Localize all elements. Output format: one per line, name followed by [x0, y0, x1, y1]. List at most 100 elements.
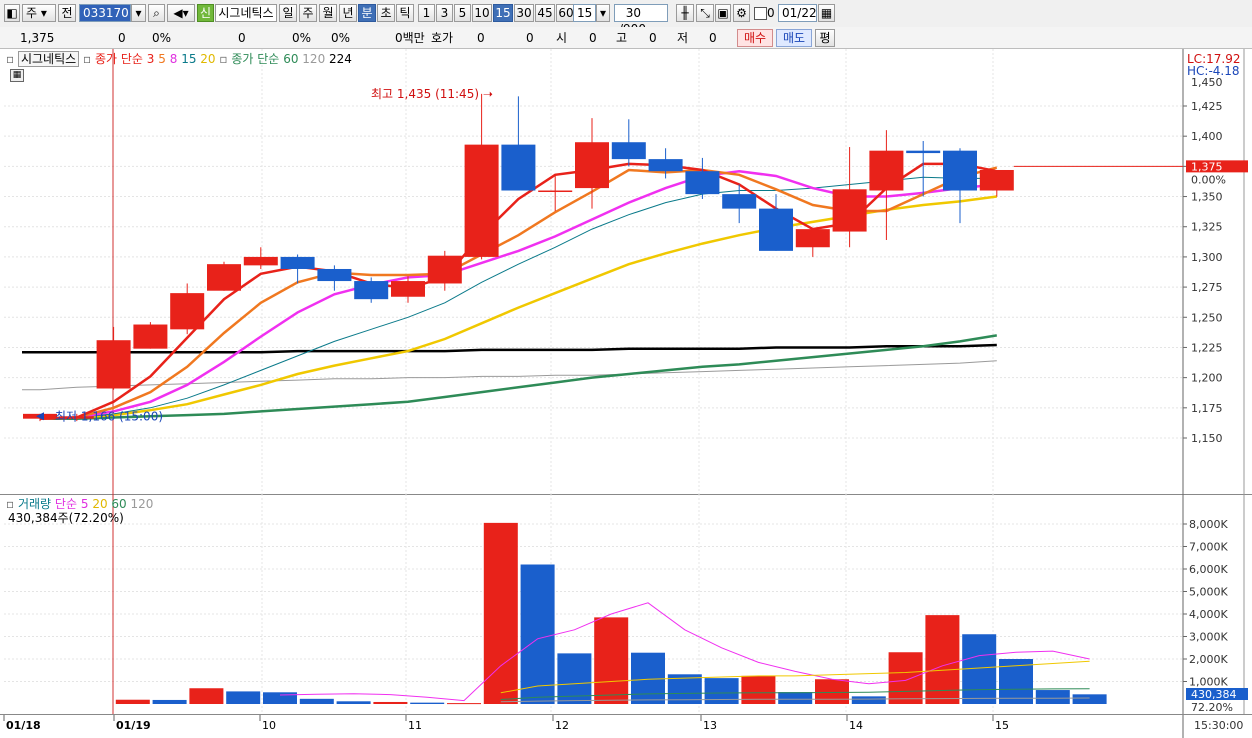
stock-code-input[interactable]: 033170 [79, 4, 131, 22]
price-background [0, 49, 1252, 494]
interval-10[interactable]: 10 [472, 4, 492, 22]
candle-body [317, 268, 352, 282]
period-minute[interactable]: 분 [358, 4, 376, 22]
low-label: 저 [677, 31, 689, 45]
low-annotation: 최저 1,166 (15:00) [55, 409, 163, 423]
volume-current-tag-label: 430,384 [1191, 688, 1237, 701]
period-second[interactable]: 초 [377, 4, 395, 22]
volume-bar [373, 701, 408, 704]
volume-pane[interactable]: 8,000K 7,000K 6,000K 5,000K 4,000K 3,000K 2,00… [0, 494, 1252, 714]
volume-bar [115, 699, 150, 704]
time-tick-label: 11 [408, 719, 422, 732]
sig-badge[interactable]: 신 [197, 4, 214, 22]
time-tick-label: 15 [995, 719, 1009, 732]
grid-table-icon[interactable]: ▦ [10, 69, 24, 82]
candle-body [575, 142, 609, 189]
legend-ma1-label: 종가 단순 [94, 52, 143, 66]
volume-tick-label: 2,000K [1189, 653, 1228, 666]
volume-tick-label: 7,000K [1189, 541, 1228, 554]
stock-name[interactable]: 시그네틱스 [215, 4, 277, 22]
legend-ma5: 5 [158, 52, 166, 66]
current-price-tag-label: 1,375 [1191, 160, 1223, 173]
interval-5[interactable]: 5 [454, 4, 471, 22]
price-tick-label: 1,350 [1191, 191, 1223, 204]
period-month[interactable]: 월 [319, 4, 337, 22]
volume-bar [410, 702, 445, 704]
legend-square-icon: ▫ [83, 52, 92, 66]
quote-bar: 1,375 0 0% 0 0% 0% 0백만 호가 0 0 시 0 고 0 저 … [0, 27, 1252, 49]
legend-square-icon: ▫ [6, 497, 15, 511]
legend-stock-name[interactable]: 시그네틱스 [17, 51, 80, 67]
volume-ma20: 20 [92, 497, 108, 511]
zero-checkbox[interactable] [754, 7, 767, 20]
candle-body [538, 190, 573, 193]
high-label: 고 [616, 31, 628, 45]
candle-body [943, 150, 977, 191]
save-icon[interactable]: ▣ [715, 4, 731, 22]
interval-45[interactable]: 45 [535, 4, 555, 22]
volume-bar [1072, 694, 1107, 704]
date-input[interactable]: 01/22 [778, 4, 817, 22]
time-tick-label: 01/18 [6, 719, 41, 732]
search-icon[interactable]: ⌕ [148, 4, 165, 22]
legend-ma2-label: 종가 단순 [231, 52, 280, 66]
time-axis-svg: 01/18 01/19 10 11 12 13 14 15 15:30:00 [3, 715, 1243, 738]
code-dropdown-icon[interactable]: ▾ [131, 4, 146, 22]
candle-body [906, 150, 941, 154]
price-tick-label: 1,325 [1191, 221, 1223, 234]
calendar-icon[interactable]: ▦ [818, 4, 835, 22]
interval-input[interactable]: 15 [573, 4, 596, 22]
volume-bar [815, 679, 849, 704]
quote-value-1: 0 [477, 31, 485, 45]
price-tick-label: 1,225 [1191, 341, 1223, 354]
price-tick-label: 1,250 [1191, 311, 1223, 324]
sound-icon[interactable]: ◀▾ [167, 4, 195, 22]
draw-tool-icon[interactable]: ⤡ [696, 4, 714, 22]
price-tick-label: 1,300 [1191, 251, 1223, 264]
time-tick-label: 01/19 [116, 719, 151, 732]
interval-15[interactable]: 15 [493, 4, 513, 22]
price-tick-label: 1,275 [1191, 281, 1223, 294]
candle-body [795, 229, 830, 248]
quote-label: 호가 [431, 31, 454, 45]
legend-square-icon: ▫ [219, 52, 228, 66]
type-select[interactable]: 주 ▾ [22, 4, 56, 22]
low-value: 0 [709, 31, 717, 45]
volume-bar [851, 696, 886, 704]
interval-30[interactable]: 30 [514, 4, 534, 22]
chart-toolbar: ◧ 주 ▾ 전 033170 ▾ ⌕ ◀▾ 신 시그네틱스 일 주 월 년 분 … [0, 0, 1252, 36]
candle-type-icon[interactable]: ╫ [676, 4, 694, 22]
change-value: 0 [118, 31, 126, 45]
period-week[interactable]: 주 [299, 4, 317, 22]
prev-button[interactable]: 전 [58, 4, 76, 22]
count-field[interactable]: 30/900 [614, 4, 668, 36]
gear-icon[interactable]: ⚙ [733, 4, 750, 22]
volume-bar [152, 699, 187, 704]
sell-button[interactable]: 매도 [776, 29, 812, 47]
time-tick-label: 13 [703, 719, 717, 732]
volume-chart: 8,000K 7,000K 6,000K 5,000K 4,000K 3,000K 2,00… [0, 494, 1252, 714]
panel-toggle-icon[interactable]: ◧ [4, 4, 20, 22]
price-pane[interactable]: 1,425 1,400 1,375 1,350 1,325 1,300 1,275 1,250… [0, 49, 1252, 494]
interval-dropdown-icon[interactable]: ▾ [596, 4, 610, 22]
legend-ma8: 8 [169, 52, 178, 66]
candle-body [280, 256, 315, 269]
candle-body [391, 281, 425, 297]
interval-3[interactable]: 3 [436, 4, 453, 22]
time-tick-label: 14 [849, 719, 863, 732]
buy-button[interactable]: 매수 [737, 29, 773, 47]
period-tick[interactable]: 틱 [396, 4, 414, 22]
candle-body [464, 144, 499, 257]
period-year[interactable]: 년 [339, 4, 357, 22]
volume-bar [594, 617, 629, 704]
zero-label: 0 [767, 6, 775, 20]
volume-tick-label: 4,000K [1189, 608, 1228, 621]
volume-bar [189, 688, 224, 704]
volume-percent-2: 0% [331, 31, 351, 45]
candle-body [207, 264, 241, 291]
interval-1[interactable]: 1 [418, 4, 435, 22]
volume-ma5: 5 [80, 497, 89, 511]
period-day[interactable]: 일 [279, 4, 297, 22]
flat-button[interactable]: 평 [815, 29, 835, 47]
candle-body [243, 256, 278, 266]
